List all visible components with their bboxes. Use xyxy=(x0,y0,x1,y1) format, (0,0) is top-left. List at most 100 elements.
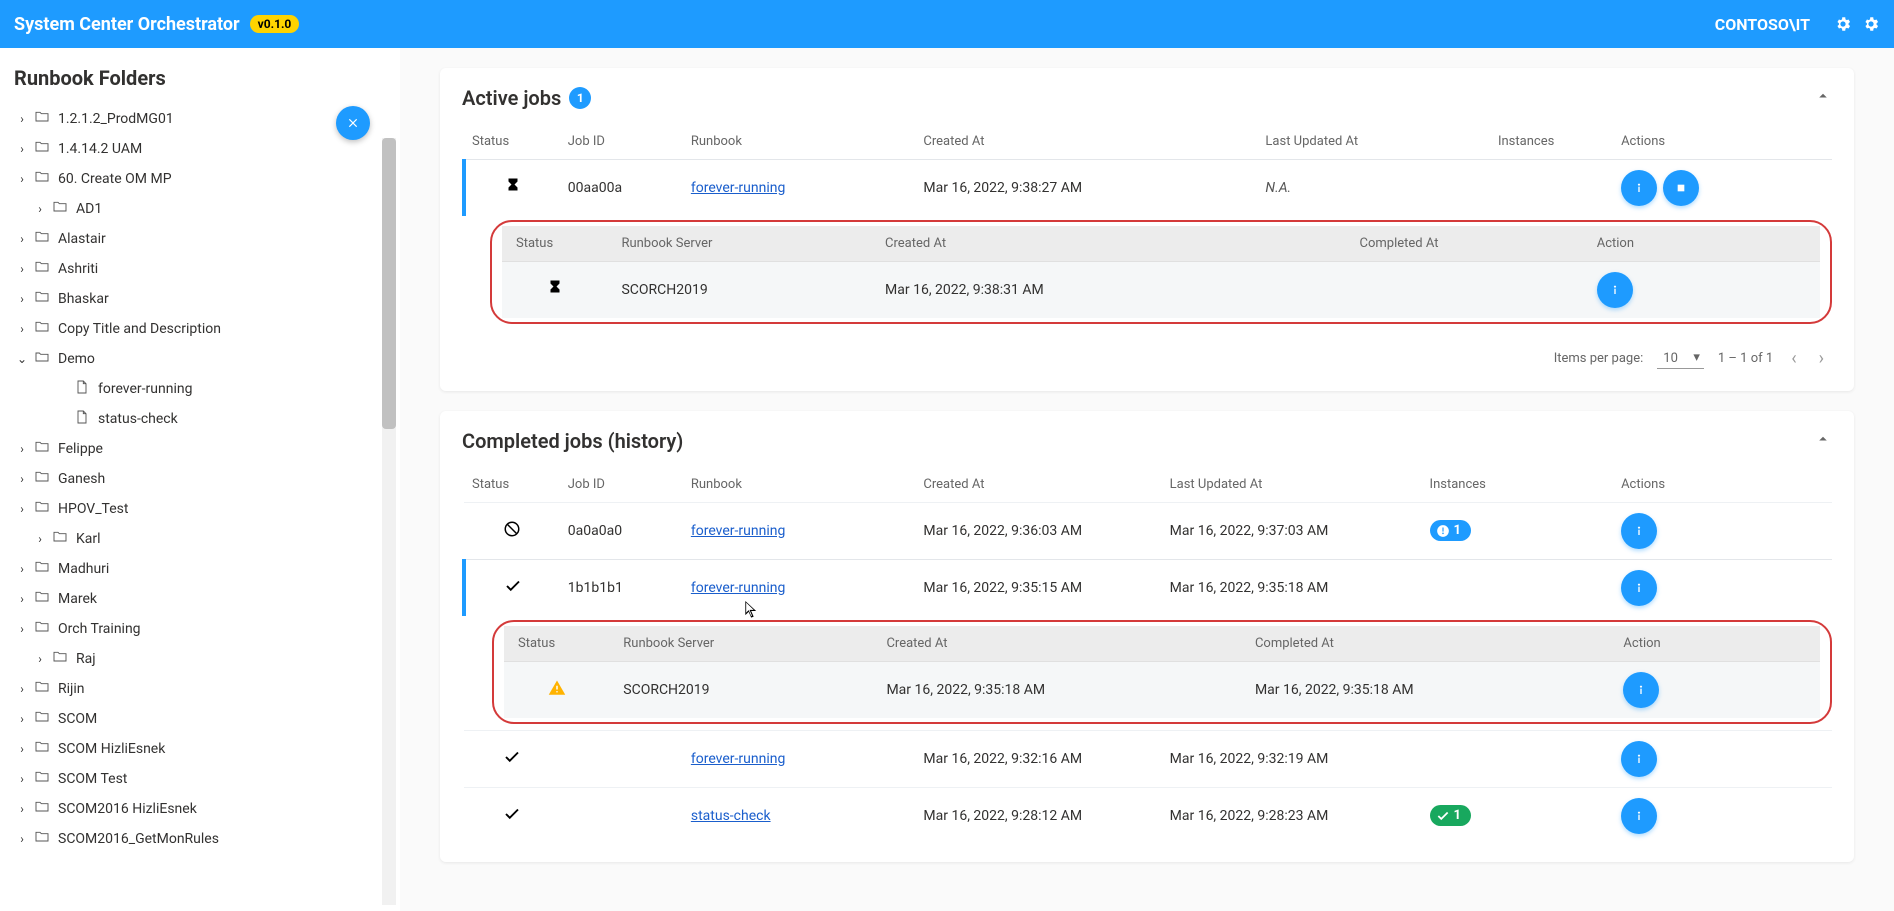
sidebar-item[interactable]: ›AD1 xyxy=(10,194,390,224)
sidebar-item[interactable]: ›SCOM HizliEsnek xyxy=(10,734,390,764)
collapse-sidebar-button[interactable] xyxy=(336,106,370,140)
chevron-right-icon[interactable]: › xyxy=(14,682,30,696)
runbook-link[interactable]: forever-running xyxy=(691,180,785,196)
created-at-cell: Mar 16, 2022, 9:32:16 AM xyxy=(915,731,1161,788)
sidebar-item[interactable]: ›1.4.14.2 UAM xyxy=(10,134,390,164)
instances-badge[interactable]: 1 xyxy=(1430,520,1471,541)
created-at-cell: Mar 16, 2022, 9:36:03 AM xyxy=(915,503,1161,560)
chevron-right-icon[interactable]: › xyxy=(14,472,30,486)
sidebar-item[interactable]: ›HPOV_Test xyxy=(10,494,390,524)
chevron-right-icon[interactable]: › xyxy=(14,292,30,306)
sidebar-item[interactable]: ›Rijin xyxy=(10,674,390,704)
info-button[interactable] xyxy=(1621,741,1657,777)
chevron-right-icon[interactable]: › xyxy=(14,232,30,246)
info-button[interactable] xyxy=(1621,570,1657,606)
sidebar-item[interactable]: status-check xyxy=(10,404,390,434)
info-button[interactable] xyxy=(1621,513,1657,549)
sidebar-item[interactable]: ›Marek xyxy=(10,584,390,614)
chevron-right-icon[interactable]: › xyxy=(14,142,30,156)
pager-per-page-select[interactable]: 10 xyxy=(1657,349,1704,369)
active-jobs-card: Active jobs 1 StatusJob IDRunbookCreated… xyxy=(440,68,1854,391)
chevron-right-icon[interactable]: › xyxy=(14,772,30,786)
last-updated-cell: Mar 16, 2022, 9:32:19 AM xyxy=(1162,731,1422,788)
info-button[interactable] xyxy=(1621,170,1657,206)
chevron-right-icon[interactable]: › xyxy=(14,562,30,576)
chevron-right-icon[interactable]: › xyxy=(14,622,30,636)
active-jobs-subpanel: StatusRunbook ServerCreated AtCompleted … xyxy=(490,220,1832,324)
column-header: Runbook Server xyxy=(609,626,872,662)
sidebar-item[interactable]: forever-running xyxy=(10,374,390,404)
sidebar-item[interactable]: ›SCOM xyxy=(10,704,390,734)
chevron-right-icon[interactable]: › xyxy=(14,592,30,606)
runbook-link[interactable]: status-check xyxy=(691,808,771,824)
completed-jobs-sub-table: StatusRunbook ServerCreated AtCompleted … xyxy=(504,626,1820,718)
sidebar-scrollbar[interactable] xyxy=(382,138,396,905)
sidebar-item[interactable]: › Karl xyxy=(10,524,390,554)
table-row[interactable]: 1b1b1b1 forever-running Mar 16, 2022, 9:… xyxy=(464,560,1832,617)
completed-jobs-table: StatusJob IDRunbookCreated AtLast Update… xyxy=(462,467,1832,844)
chevron-right-icon[interactable]: › xyxy=(14,802,30,816)
chevron-right-icon[interactable]: › xyxy=(14,322,30,336)
chevron-right-icon[interactable]: › xyxy=(32,652,48,666)
info-button[interactable] xyxy=(1597,272,1633,308)
info-button[interactable] xyxy=(1621,798,1657,834)
runbook-link[interactable]: forever-running xyxy=(691,580,785,596)
sidebar-item[interactable]: ⌄Demo xyxy=(10,344,390,374)
sidebar-item-label: Ganesh xyxy=(58,471,105,487)
table-row[interactable]: status-check Mar 16, 2022, 9:28:12 AM Ma… xyxy=(464,788,1832,845)
table-row[interactable]: SCORCH2019 Mar 16, 2022, 9:35:18 AM Mar … xyxy=(504,662,1820,719)
sidebar-item-label: Karl xyxy=(76,531,101,547)
table-row[interactable]: 00aa00a forever-running Mar 16, 2022, 9:… xyxy=(464,160,1832,217)
chevron-right-icon[interactable]: › xyxy=(32,532,48,546)
sidebar-item[interactable]: › Ganesh xyxy=(10,464,390,494)
sidebar-item[interactable]: ›1.2.1.2_ProdMG01 xyxy=(10,104,390,134)
sidebar-item[interactable]: ›Ashriti xyxy=(10,254,390,284)
gear-icon[interactable] xyxy=(1834,15,1852,33)
settings-icon[interactable] xyxy=(1862,15,1880,33)
folder-icon xyxy=(34,739,58,759)
chevron-down-icon[interactable]: ⌄ xyxy=(14,352,30,366)
sidebar-item[interactable]: ›Copy Title and Description xyxy=(10,314,390,344)
table-row[interactable]: forever-running Mar 16, 2022, 9:32:16 AM… xyxy=(464,731,1832,788)
chevron-right-icon[interactable]: › xyxy=(32,202,48,216)
stop-button[interactable] xyxy=(1663,170,1699,206)
chevron-right-icon[interactable]: › xyxy=(14,262,30,276)
completed-jobs-title: Completed jobs (history) xyxy=(462,429,683,453)
runbook-link[interactable]: forever-running xyxy=(691,751,785,767)
sidebar-item-label: status-check xyxy=(98,411,178,427)
sidebar-item[interactable]: ›SCOM2016 HizliEsnek xyxy=(10,794,390,824)
chevron-right-icon[interactable]: › xyxy=(14,712,30,726)
sidebar-item[interactable]: ›Orch Training xyxy=(10,614,390,644)
chevron-right-icon[interactable]: › xyxy=(14,172,30,186)
folder-icon xyxy=(34,709,58,729)
chevron-right-icon[interactable]: › xyxy=(14,832,30,846)
collapse-card-icon[interactable] xyxy=(1814,430,1832,452)
folder-icon xyxy=(34,229,58,249)
chevron-right-icon[interactable]: › xyxy=(14,502,30,516)
created-at-cell: Mar 16, 2022, 9:38:31 AM xyxy=(871,262,1345,319)
active-jobs-table: StatusJob IDRunbookCreated AtLast Update… xyxy=(462,124,1832,216)
folder-icon xyxy=(34,589,58,609)
info-button[interactable] xyxy=(1623,672,1659,708)
chevron-right-icon[interactable]: › xyxy=(14,442,30,456)
chevron-right-icon[interactable]: › xyxy=(14,742,30,756)
sidebar-item[interactable]: ›Raj xyxy=(10,644,390,674)
sidebar-item[interactable]: ›60. Create OM MP xyxy=(10,164,390,194)
job-id-cell xyxy=(560,788,683,845)
folder-icon xyxy=(52,529,76,549)
table-row[interactable]: SCORCH2019 Mar 16, 2022, 9:38:31 AM xyxy=(502,262,1820,319)
collapse-card-icon[interactable] xyxy=(1814,87,1832,109)
sidebar-item[interactable]: ›Alastair xyxy=(10,224,390,254)
table-row[interactable]: 0a0a0a0 forever-running Mar 16, 2022, 9:… xyxy=(464,503,1832,560)
column-header: Instances xyxy=(1490,124,1613,160)
pager-prev-icon[interactable]: ‹ xyxy=(1787,344,1800,373)
sidebar-item[interactable]: ›Felippe xyxy=(10,434,390,464)
sidebar-item[interactable]: ›SCOM2016_GetMonRules xyxy=(10,824,390,854)
instances-badge[interactable]: 1 xyxy=(1430,805,1471,826)
sidebar-item[interactable]: ›Madhuri xyxy=(10,554,390,584)
pager-next-icon[interactable]: › xyxy=(1815,344,1828,373)
sidebar-item[interactable]: ›Bhaskar xyxy=(10,284,390,314)
chevron-right-icon[interactable]: › xyxy=(14,112,30,126)
sidebar-item[interactable]: ›SCOM Test xyxy=(10,764,390,794)
runbook-link[interactable]: forever-running xyxy=(691,523,785,539)
